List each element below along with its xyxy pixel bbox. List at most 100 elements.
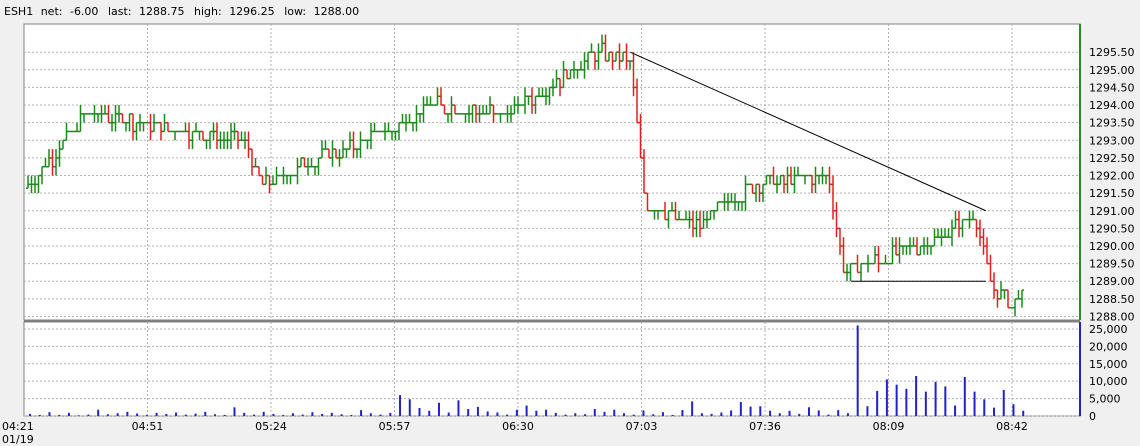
- volume-bar: [749, 406, 752, 416]
- volume-bar: [272, 413, 275, 416]
- volume-bar: [97, 409, 100, 416]
- volume-bar: [223, 414, 226, 416]
- header-last-label: last:: [108, 5, 132, 18]
- volume-bar: [330, 412, 333, 416]
- price-tick-label: 1294.50: [1089, 81, 1135, 94]
- volume-bar: [1012, 404, 1015, 416]
- volume-bar: [905, 388, 908, 416]
- time-tick-label: 07:36: [749, 420, 781, 433]
- volume-bar: [350, 414, 353, 416]
- volume-panel-background: [23, 321, 1081, 417]
- volume-bar: [915, 375, 918, 416]
- volume-tick-label: 15,000: [1089, 358, 1128, 371]
- volume-bar: [184, 414, 187, 416]
- volume-bar: [252, 414, 255, 416]
- chart-header: ESH1 net: -6.00 last: 1288.75 high: 1296…: [4, 5, 359, 18]
- volume-bar: [399, 395, 402, 416]
- volume-bar: [506, 414, 509, 416]
- volume-bar: [545, 409, 548, 416]
- volume-bar: [973, 391, 976, 416]
- volume-bar: [934, 381, 937, 416]
- volume-bar: [48, 412, 51, 416]
- volume-bar: [730, 410, 733, 416]
- volume-bar: [593, 409, 596, 416]
- volume-bar: [525, 405, 528, 416]
- volume-bar: [301, 414, 304, 416]
- price-tick-label: 1294.00: [1089, 99, 1135, 112]
- volume-tick-label: 0: [1089, 410, 1096, 423]
- volume-bar: [661, 412, 664, 416]
- volume-bar: [486, 411, 489, 416]
- header-net-label: net:: [41, 5, 63, 18]
- volume-bar: [136, 413, 139, 416]
- price-tick-label: 1290.50: [1089, 222, 1135, 235]
- volume-bar: [632, 414, 635, 416]
- volume-bar: [77, 415, 80, 416]
- time-tick-label: 05:24: [255, 420, 287, 433]
- header-high-value: 1296.25: [229, 5, 275, 18]
- volume-bar: [895, 384, 898, 416]
- volume-bar: [67, 412, 70, 416]
- price-tick-label: 1295.50: [1089, 46, 1135, 59]
- volume-bar: [29, 413, 31, 416]
- volume-bar: [321, 413, 324, 416]
- volume-bar: [496, 412, 499, 416]
- header-line: ESH1 net: -6.00 last: 1288.75 high: 1296…: [4, 5, 359, 18]
- volume-bar: [837, 410, 840, 416]
- volume-bar: [798, 413, 801, 416]
- time-tick-label: 04:21: [2, 420, 34, 433]
- volume-bar: [827, 414, 830, 416]
- volume-bar: [360, 410, 363, 416]
- volume-bar: [437, 402, 440, 416]
- price-tick-label: 1290.00: [1089, 240, 1135, 253]
- volume-bar: [194, 413, 197, 416]
- price-tick-label: 1289.50: [1089, 258, 1135, 271]
- volume-bar: [515, 409, 518, 416]
- price-tick-label: 1288.00: [1089, 310, 1135, 323]
- volume-bar: [778, 413, 781, 416]
- volume-bar: [389, 412, 392, 416]
- header-net-value: -6.00: [70, 5, 98, 18]
- volume-bar: [476, 406, 479, 416]
- header-symbol: ESH1: [4, 5, 33, 18]
- volume-bar: [885, 379, 888, 416]
- time-axis-labels: 04:21 04:51 05:24 05:57 06:30 07:03 07:36 08:09…: [2, 420, 1028, 446]
- volume-bar: [759, 406, 762, 416]
- volume-bar: [1022, 410, 1025, 416]
- volume-bar: [165, 413, 168, 416]
- volume-bar: [262, 411, 265, 416]
- header-last-value: 1288.75: [139, 5, 185, 18]
- volume-bar: [457, 400, 460, 416]
- volume-bar: [788, 410, 791, 416]
- volume-bar: [808, 407, 811, 416]
- volume-bar: [613, 409, 616, 416]
- volume-bar: [467, 409, 470, 416]
- price-tick-label: 1289.00: [1089, 275, 1135, 288]
- volume-bar: [535, 410, 538, 416]
- volume-bar: [116, 413, 119, 416]
- price-tick-label: 1291.50: [1089, 187, 1135, 200]
- volume-bar: [817, 410, 820, 416]
- price-tick-label: 1295.00: [1089, 64, 1135, 77]
- header-low-value: 1288.00: [314, 5, 360, 18]
- price-tick-label: 1292.50: [1089, 152, 1135, 165]
- chart-container: 1288.00 1288.50 1289.00 1289.50 1290.00 1290.…: [0, 0, 1140, 446]
- volume-bar: [700, 413, 703, 416]
- volume-bar: [983, 399, 986, 416]
- volume-bar: [291, 413, 294, 416]
- header-low-label: low:: [284, 5, 306, 18]
- price-tick-label: 1293.00: [1089, 134, 1135, 147]
- price-tick-label: 1291.00: [1089, 205, 1135, 218]
- time-tick-label: 08:42: [996, 420, 1028, 433]
- time-tick-label: 07:03: [626, 420, 658, 433]
- volume-bar: [145, 414, 148, 416]
- price-tick-label: 1292.00: [1089, 170, 1135, 183]
- date-label: 01/19: [2, 433, 34, 446]
- volume-bar: [866, 406, 869, 416]
- volume-bar: [681, 410, 684, 416]
- volume-bar: [87, 414, 90, 416]
- volume-axis-labels: 0 5,000 10,000 15,000 20,000 25,000: [1089, 323, 1128, 423]
- volume-bar: [720, 412, 723, 416]
- price-volume-chart: 1288.00 1288.50 1289.00 1289.50 1290.00 1290.…: [2, 5, 1135, 446]
- volume-bar: [447, 412, 450, 416]
